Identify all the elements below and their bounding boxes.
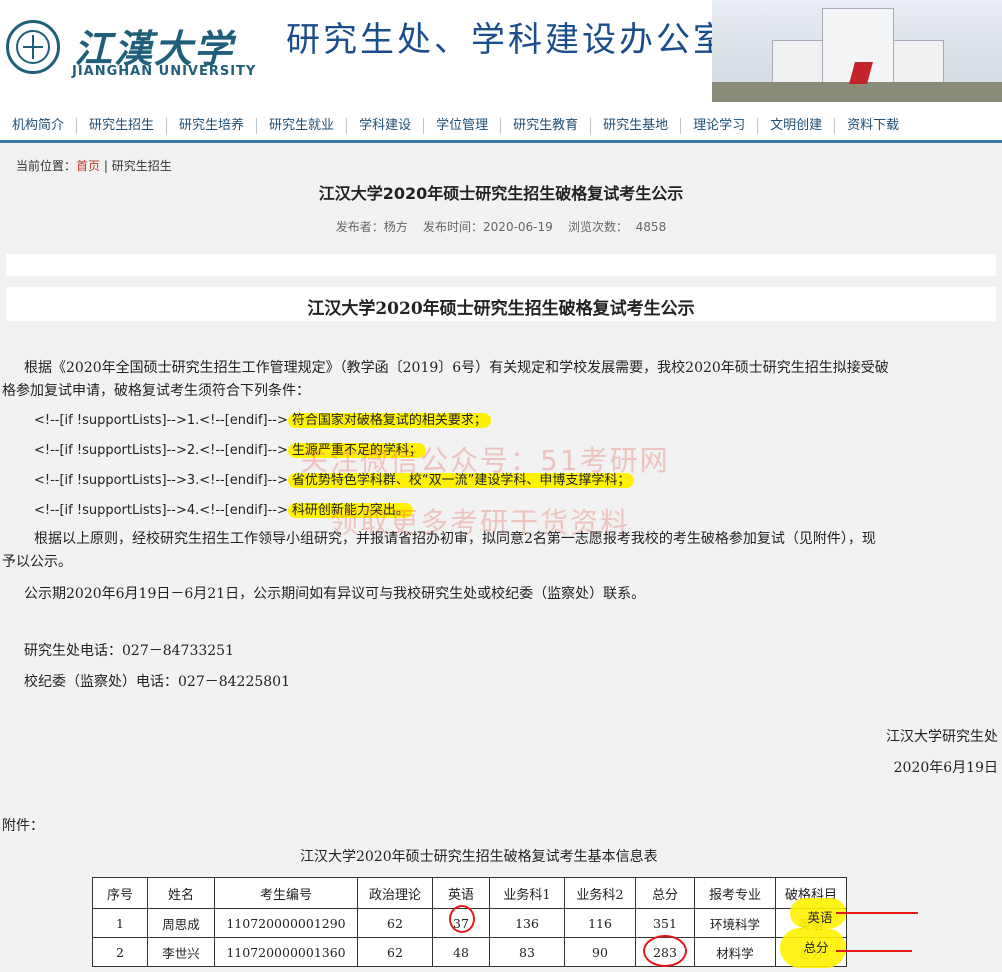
nav-item-admissions[interactable]: 研究生招生 (77, 118, 168, 134)
campus-building-banner (712, 0, 1002, 102)
cell-index: 2 (92, 937, 148, 967)
signature: 江汉大学研究生处 (886, 729, 998, 745)
signature-date: 2020年6月19日 (893, 760, 998, 776)
col-header-name: 姓名 (147, 877, 215, 909)
divider-bar (6, 254, 996, 276)
breadcrumb-prefix: 当前位置： (16, 159, 77, 173)
decision-paragraph-line1: 根据以上原则，经校研究生招生工作领导小组研究，并报请省招办初审，拟同意2名第一志… (34, 531, 876, 547)
nav-item-education[interactable]: 研究生教育 (501, 118, 592, 134)
nav-item-degree[interactable]: 学位管理 (424, 118, 502, 134)
cell-name: 周思成 (147, 908, 215, 938)
cell-english: 48 (432, 937, 490, 967)
article-inner-title: 江汉大学2020年硕士研究生招生破格复试考生公示 (307, 299, 695, 319)
contact-phone-discipline: 校纪委（监察处）电话：027－84225801 (24, 674, 290, 690)
contact-phone-grad: 研究生处电话：027－84733251 (24, 643, 234, 659)
col-header-english: 英语 (432, 877, 490, 909)
condition-prefix: <!--[if !supportLists]-->4.<!--[endif]--… (34, 503, 288, 518)
logo-english-name[interactable]: JIANGHAN UNIVERSITY (72, 64, 256, 79)
condition-prefix: <!--[if !supportLists]-->1.<!--[endif]--… (34, 413, 288, 428)
period-paragraph: 公示期2020年6月19日－6月21日，公示期间如有异议可与我校研究生处或校纪委… (24, 586, 646, 602)
condition-item: <!--[if !supportLists]-->1.<!--[endif]--… (34, 409, 491, 433)
breadcrumb-home-link[interactable]: 首页 (76, 159, 100, 173)
article-meta: 发布者：杨方 发布时间：2020-06-19 浏览次数： 4858 (335, 220, 667, 234)
cell-total: 351 (635, 908, 695, 938)
col-header-major: 报考专业 (694, 877, 776, 909)
nav-item-civilization[interactable]: 文明创建 (758, 118, 836, 134)
intro-paragraph-line1: 根据《2020年全国硕士研究生招生工作管理规定》（教学函〔2019〕6号）有关规… (24, 360, 889, 376)
nav-item-training[interactable]: 研究生培养 (167, 118, 258, 134)
condition-prefix: <!--[if !supportLists]-->3.<!--[endif]--… (34, 473, 288, 488)
cell-major: 材料学 (694, 937, 776, 967)
breadcrumb-separator: | (100, 159, 112, 173)
cell-politics: 62 (357, 937, 433, 967)
attachment-label: 附件： (2, 818, 44, 834)
cell-major: 环境科学 (694, 908, 776, 938)
main-navigation: 机构简介 研究生招生 研究生培养 研究生就业 学科建设 学位管理 研究生教育 研… (0, 112, 1002, 143)
col-header-subject1: 业务科1 (489, 877, 565, 909)
exception-label-overlay: 总分 (803, 940, 829, 955)
annotation-circle (643, 935, 687, 967)
table-caption: 江汉大学2020年硕士研究生招生破格复试考生基本信息表 (300, 849, 658, 865)
exception-label-overlay: 英语 (807, 910, 833, 925)
cell-subject1: 136 (489, 908, 565, 938)
nav-item-discipline[interactable]: 学科建设 (347, 118, 425, 134)
col-header-total: 总分 (635, 877, 695, 909)
breadcrumb-current[interactable]: 研究生招生 (112, 159, 172, 173)
annotation-arrow (836, 950, 912, 952)
university-seal-icon[interactable] (6, 20, 60, 74)
nav-item-theory[interactable]: 理论学习 (681, 118, 759, 134)
col-header-id: 考生编号 (214, 877, 358, 909)
cell-subject2: 116 (564, 908, 636, 938)
nav-item-base[interactable]: 研究生基地 (591, 118, 682, 134)
annotation-circle (449, 905, 475, 933)
article-content: 当前位置：首页 | 研究生招生 江汉大学2020年硕士研究生招生破格复试考生公示… (0, 143, 1002, 972)
col-header-index: 序号 (92, 877, 148, 909)
cell-name: 李世兴 (147, 937, 215, 967)
condition-text: 符合国家对破格复试的相关要求； (287, 413, 491, 428)
page-title: 江汉大学2020年硕士研究生招生破格复试考生公示 (318, 184, 684, 203)
breadcrumb: 当前位置：首页 | 研究生招生 (16, 157, 172, 174)
col-header-politics: 政治理论 (357, 877, 433, 909)
cell-index: 1 (92, 908, 148, 938)
annotation-arrow (836, 912, 918, 914)
nav-item-downloads[interactable]: 资料下载 (835, 118, 911, 134)
decision-paragraph-line2: 予以公示。 (2, 554, 72, 570)
condition-prefix: <!--[if !supportLists]-->2.<!--[endif]--… (34, 443, 288, 458)
nav-item-about[interactable]: 机构简介 (0, 118, 78, 134)
nav-item-employment[interactable]: 研究生就业 (257, 118, 348, 134)
table-header-row: 序号 姓名 考生编号 政治理论 英语 业务科1 业务科2 总分 报考专业 破格科… (92, 877, 847, 909)
cell-politics: 62 (357, 908, 433, 938)
col-header-subject2: 业务科2 (564, 877, 636, 909)
cell-id: 110720000001290 (214, 908, 358, 938)
watermark-line1: 关注微信公众号：51考研网 (300, 444, 670, 477)
cell-subject2: 90 (564, 937, 636, 967)
intro-paragraph-line2: 格参加复试申请，破格复试考生须符合下列条件： (2, 383, 310, 399)
site-header: 江漢大学 JIANGHAN UNIVERSITY 研究生处、学科建设办公室 (0, 0, 1002, 110)
cell-subject1: 83 (489, 937, 565, 967)
site-title: 研究生处、学科建设办公室 (286, 20, 730, 60)
cell-id: 110720000001360 (214, 937, 358, 967)
table-row: 2 李世兴 110720000001360 62 48 83 90 283 材料… (92, 937, 847, 967)
